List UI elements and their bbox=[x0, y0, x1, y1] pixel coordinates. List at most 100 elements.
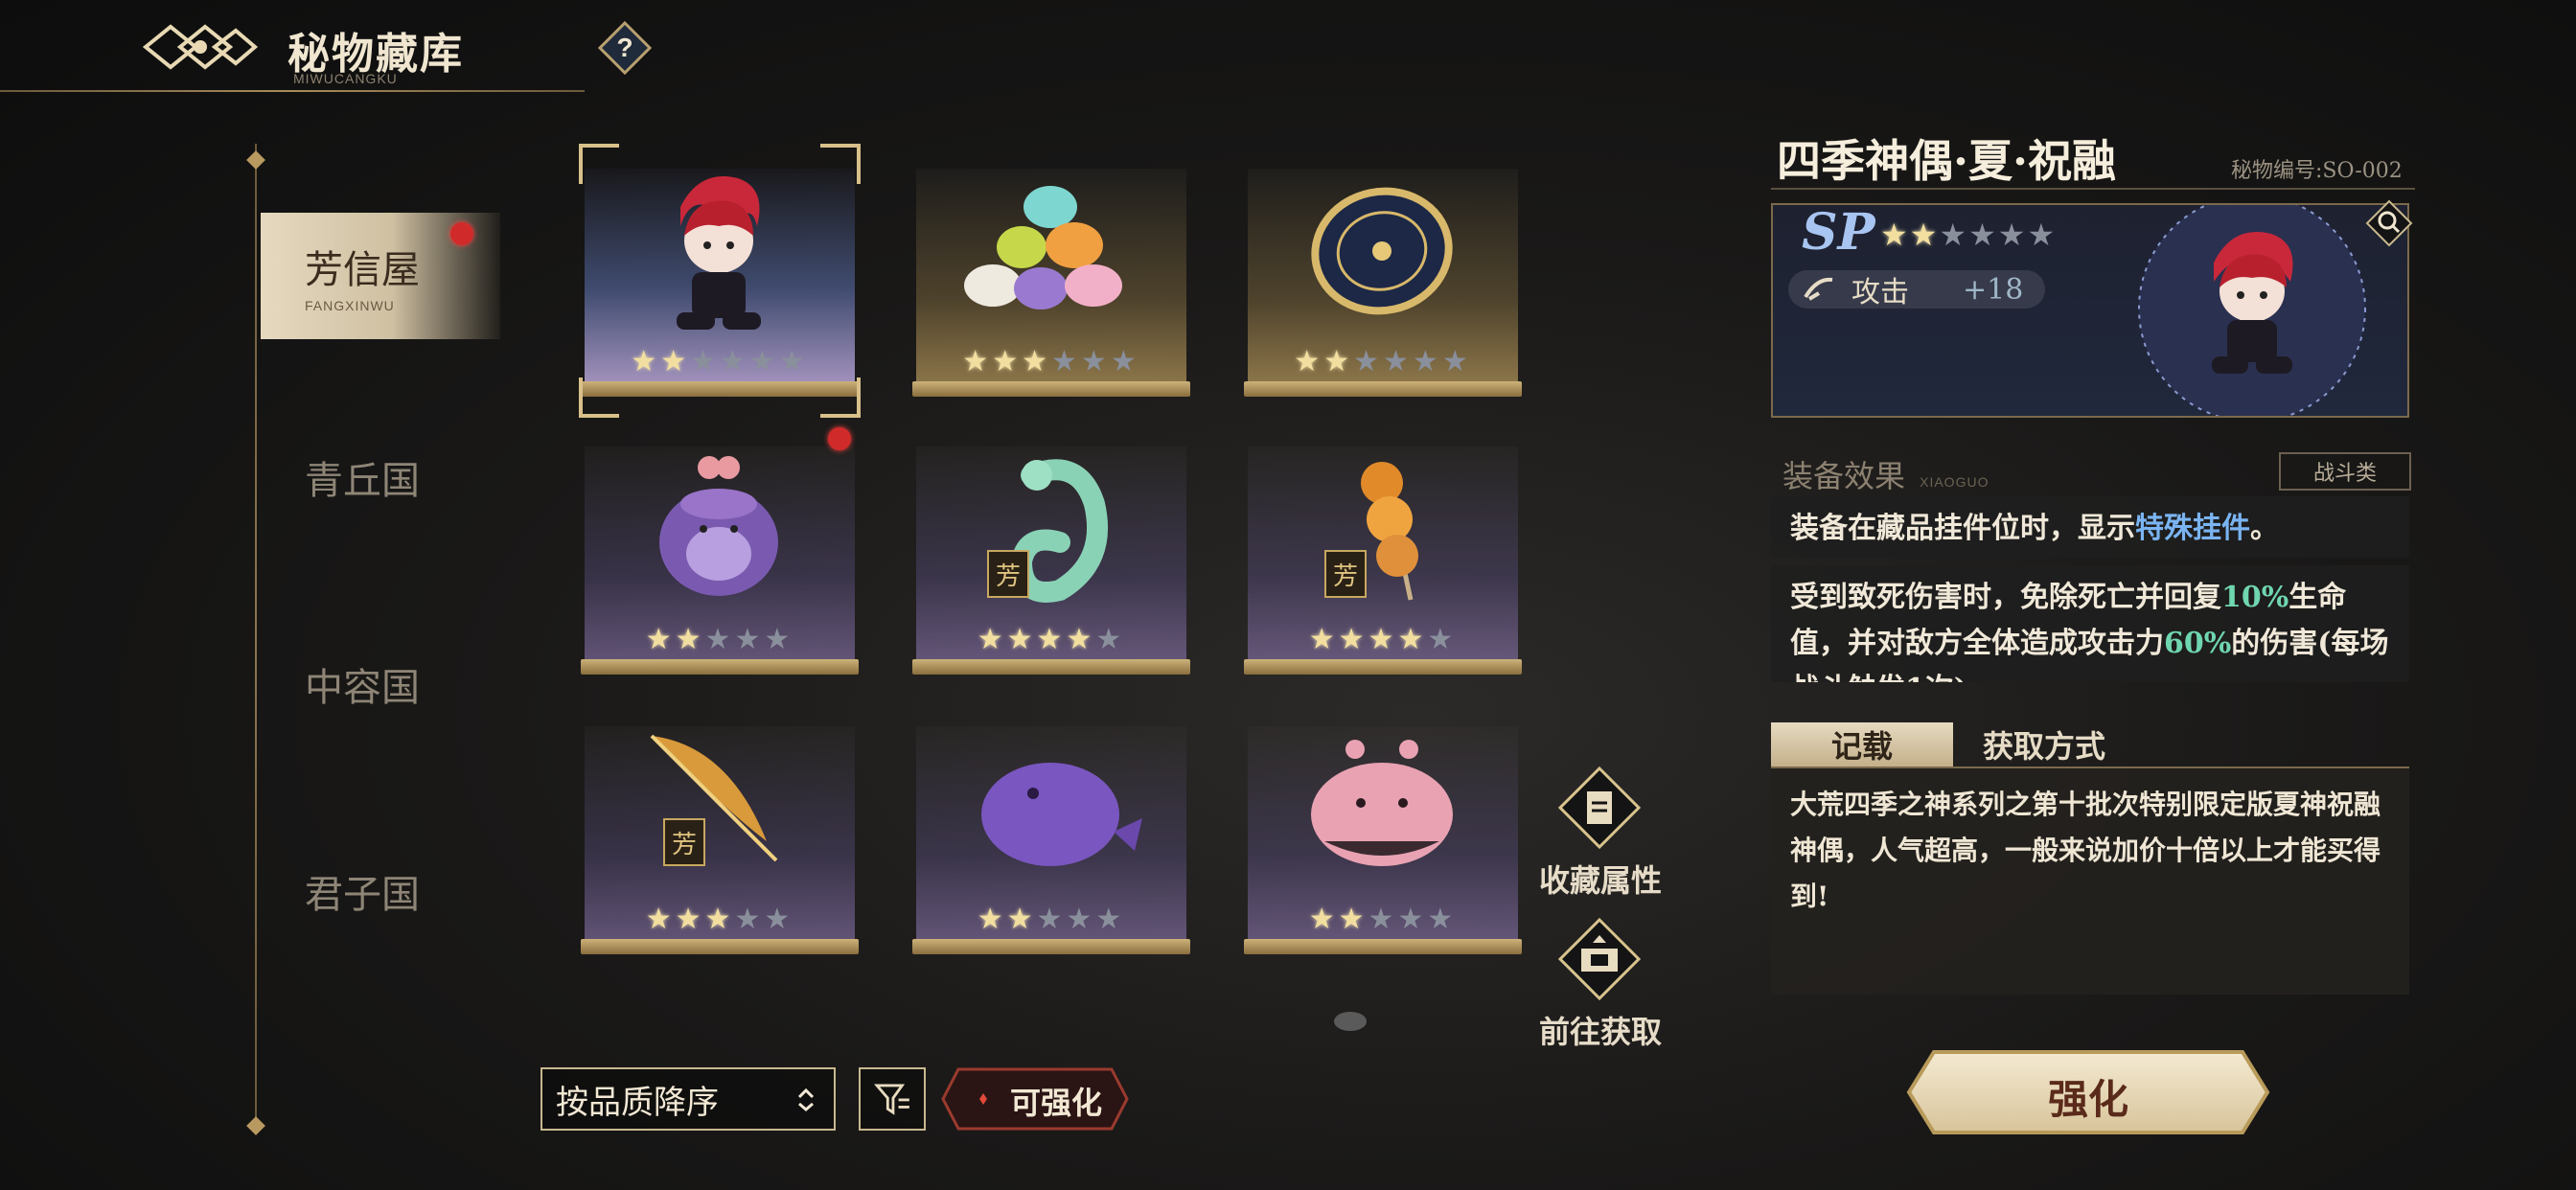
star-filled-icon: ★ bbox=[1308, 623, 1339, 656]
sort-toggle-icon bbox=[797, 1087, 815, 1111]
effect-highlight: 特殊挂件 bbox=[2135, 512, 2250, 545]
star-empty-icon: ★ bbox=[1383, 345, 1413, 378]
star-filled-icon: ★ bbox=[631, 345, 661, 378]
help-icon[interactable]: ? bbox=[598, 21, 652, 75]
collectible-slot[interactable]: ★★★★★ bbox=[912, 726, 1190, 956]
collect-attributes-button[interactable]: 收藏属性 bbox=[1539, 857, 1662, 901]
star-empty-icon: ★ bbox=[734, 903, 765, 936]
star-rating: ★★★★★ bbox=[916, 903, 1186, 936]
sort-dropdown[interactable]: 按品质降序 bbox=[540, 1067, 836, 1131]
star-rating: ★★★★★ bbox=[585, 623, 855, 656]
collectible-slot[interactable]: ★★★★★★ bbox=[912, 169, 1190, 399]
tab-obtain[interactable]: 获取方式 bbox=[1953, 722, 2135, 767]
effect-end: 。 bbox=[2250, 512, 2279, 545]
collectible-slot[interactable]: ★★★★★ bbox=[581, 446, 859, 676]
star-filled-icon: ★ bbox=[1006, 903, 1037, 936]
pink-whale-icon bbox=[1311, 740, 1453, 866]
item-shelf bbox=[912, 381, 1190, 397]
document-icon[interactable] bbox=[1556, 765, 1643, 851]
rail-ornament-bottom bbox=[246, 1116, 265, 1135]
star-filled-icon: ★ bbox=[1036, 623, 1067, 656]
star-filled-icon: ★ bbox=[645, 623, 676, 656]
sort-label: 按品质降序 bbox=[556, 1083, 719, 1122]
effect-type-tag: 战斗类 bbox=[2279, 452, 2411, 491]
star-empty-icon: ★ bbox=[1080, 345, 1111, 378]
star-filled-icon: ★ bbox=[1294, 345, 1324, 378]
star-filled-icon: ★ bbox=[1006, 623, 1037, 656]
star-empty-icon: ★ bbox=[1968, 217, 1998, 253]
purple-blob-icon bbox=[659, 456, 778, 596]
collectible-slot[interactable]: 芳 ★★★★★ bbox=[581, 726, 859, 956]
tab-record[interactable]: 记载 bbox=[1771, 722, 1953, 767]
sidebar-rail bbox=[255, 144, 257, 1121]
fang-series-badge: 芳 bbox=[1324, 550, 1367, 598]
effect-text: 装备在藏品挂件位时，显示 bbox=[1790, 512, 2135, 545]
help-label: ? bbox=[616, 33, 632, 62]
star-rating: ★★★★★ bbox=[585, 903, 855, 936]
enhance-button[interactable]: 强化 bbox=[1905, 1048, 2271, 1136]
filter-icon[interactable] bbox=[859, 1067, 926, 1131]
star-rating: ★★★★★ bbox=[916, 623, 1186, 656]
ticket-icon[interactable] bbox=[1556, 916, 1643, 1002]
star-rating: ★★★★★★ bbox=[916, 345, 1186, 378]
info-tabs: 记载 获取方式 bbox=[1771, 722, 2409, 767]
star-empty-icon: ★ bbox=[1110, 345, 1140, 378]
passive-text-1: 受到致死伤害时，免除死亡并回复 bbox=[1790, 581, 2221, 614]
star-empty-icon: ★ bbox=[704, 623, 735, 656]
magnify-icon[interactable] bbox=[2365, 199, 2413, 247]
item-name: 四季神偶·夏·祝融 bbox=[1777, 135, 2117, 187]
collectible-slot[interactable]: ★★★★★★ bbox=[579, 144, 861, 418]
star-filled-icon: ★ bbox=[1338, 903, 1368, 936]
star-filled-icon: ★ bbox=[977, 903, 1007, 936]
sidebar-item-qingqiuguo[interactable]: 青丘国 bbox=[261, 414, 500, 540]
golden-feather-icon bbox=[650, 734, 778, 862]
star-filled-icon: ★ bbox=[1323, 345, 1354, 378]
go-obtain-button[interactable]: 前往获取 bbox=[1539, 1008, 1662, 1052]
sidebar-item-zhongrongguo[interactable]: 中容国 bbox=[261, 621, 500, 747]
sidebar-item-sublabel: FANGXINWU bbox=[305, 298, 395, 313]
item-shelf bbox=[912, 659, 1190, 675]
golden-disc-icon bbox=[1311, 187, 1453, 315]
star-filled-icon: ★ bbox=[1397, 623, 1428, 656]
item-code: 秘物编号:SO-002 bbox=[2231, 159, 2403, 183]
enhanceable-filter-tag[interactable]: 可强化 bbox=[941, 1067, 1129, 1131]
enhance-label: 强化 bbox=[2047, 1076, 2128, 1123]
passive-pct-2: 60% bbox=[2164, 627, 2232, 660]
fang-series-badge: 芳 bbox=[987, 550, 1029, 598]
new-badge-dot bbox=[450, 222, 473, 245]
star-empty-icon: ★ bbox=[1939, 217, 1969, 253]
attack-label: 攻击 bbox=[1852, 276, 1909, 309]
fang-series-badge: 芳 bbox=[663, 818, 705, 866]
scroll-down-indicator-icon[interactable] bbox=[1332, 1010, 1368, 1033]
game-logo-icon bbox=[142, 24, 259, 70]
new-badge-dot bbox=[828, 427, 851, 450]
star-empty-icon: ★ bbox=[1997, 217, 2028, 253]
attack-value: +18 bbox=[1963, 272, 2024, 307]
attack-stat: 攻击 +18 bbox=[1788, 270, 2045, 309]
star-filled-icon: ★ bbox=[1308, 903, 1339, 936]
page-subtitle: MIWUCANGKU bbox=[293, 71, 398, 86]
header-divider bbox=[0, 90, 585, 92]
detail-star-rating: ★★★★★★ bbox=[1880, 217, 2057, 253]
star-empty-icon: ★ bbox=[1441, 345, 1472, 378]
star-filled-icon: ★ bbox=[645, 903, 676, 936]
red-hair-doll-icon bbox=[677, 176, 761, 330]
star-filled-icon: ★ bbox=[1022, 345, 1051, 378]
item-shelf bbox=[1244, 381, 1522, 397]
star-empty-icon: ★ bbox=[1397, 903, 1428, 936]
collectible-slot[interactable]: ★★★★★★ bbox=[1244, 169, 1522, 399]
sidebar-item-label: 君子国 bbox=[305, 873, 420, 917]
equip-effect-panel: 装备在藏品挂件位时，显示特殊挂件。 bbox=[1771, 496, 2409, 558]
sword-icon bbox=[1804, 277, 1833, 301]
star-rating: ★★★★★★ bbox=[1248, 345, 1518, 378]
passive-effect-panel[interactable]: 受到致死伤害时，免除死亡并回复10%生命值，并对敌方全体造成攻击力60%的伤害(… bbox=[1771, 565, 2409, 682]
star-rating: ★★★★★★ bbox=[585, 345, 855, 378]
passive-pct-1: 10% bbox=[2221, 581, 2289, 614]
star-empty-icon: ★ bbox=[1051, 345, 1081, 378]
collectible-slot[interactable]: 芳 ★★★★★ bbox=[912, 446, 1190, 676]
collectible-slot[interactable]: ★★★★★ bbox=[1244, 726, 1522, 956]
collectible-slot[interactable]: 芳 ★★★★★ bbox=[1244, 446, 1522, 676]
star-empty-icon: ★ bbox=[734, 623, 765, 656]
item-shelf bbox=[912, 939, 1190, 954]
sidebar-item-junziguo[interactable]: 君子国 bbox=[261, 828, 500, 954]
